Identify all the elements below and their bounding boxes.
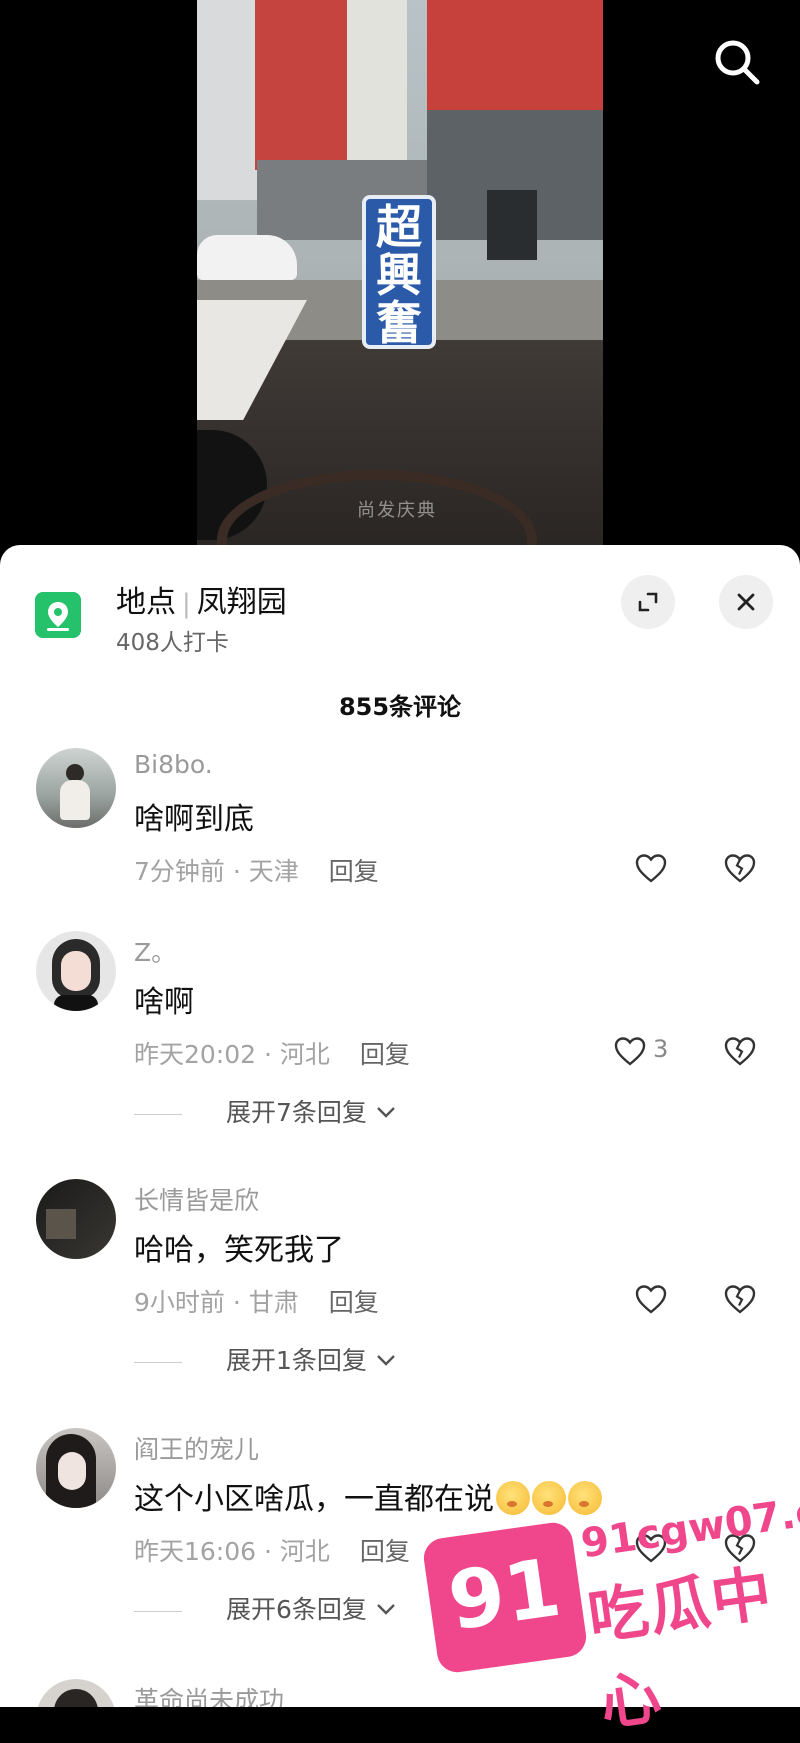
checkin-count: 408人打卡 <box>116 630 229 656</box>
location-separator: | <box>182 589 191 619</box>
watermark-number: 91 <box>421 1520 589 1675</box>
avatar[interactable] <box>36 1679 116 1707</box>
comment-text: 啥啊到底 <box>134 802 254 837</box>
comment-time: 昨天20:02 · 河北 <box>134 1040 330 1069</box>
chevron-down-icon <box>377 1107 395 1118</box>
broken-heart-icon[interactable] <box>722 850 758 886</box>
comment-meta: 9小时前 · 甘肃 回复 <box>134 1283 379 1319</box>
comment-meta: 昨天16:06 · 河北 回复 <box>134 1532 410 1568</box>
comment-time: 7分钟前 · 天津 <box>134 857 299 886</box>
search-icon[interactable] <box>711 36 763 88</box>
video-overlay-text: 尚发庆典 <box>357 500 437 521</box>
reply-button[interactable]: 回复 <box>360 1537 410 1566</box>
avatar[interactable] <box>36 1428 116 1508</box>
expand-replies-label: 展开7条回复 <box>226 1098 367 1127</box>
close-button[interactable] <box>719 575 773 629</box>
comment-meta: 昨天20:02 · 河北 回复 <box>134 1035 410 1071</box>
comment-meta: 7分钟前 · 天津 回复 <box>134 852 379 888</box>
comment-author[interactable]: 阎王的宠儿 <box>134 1430 259 1466</box>
video-frame: 超 興 奮 尚发庆典 <box>197 0 603 545</box>
expand-replies-label: 展开6条回复 <box>226 1595 367 1624</box>
location-title[interactable]: 地点 | 凤翔园 <box>116 577 287 621</box>
avatar[interactable] <box>36 1179 116 1259</box>
like-count: 3 <box>653 1035 669 1063</box>
video-player[interactable]: 超 興 奮 尚发庆典 <box>0 0 800 545</box>
site-watermark-logo: 91 91cgw07.com 吃瓜中心 <box>421 1479 800 1740</box>
comment-item: 长情皆是欣 哈哈，笑死我了 9小时前 · 甘肃 回复 展开1条回复 <box>0 1179 800 1379</box>
reply-button[interactable]: 回复 <box>360 1040 410 1069</box>
avatar[interactable] <box>36 931 116 1011</box>
comment-text: 啥啊 <box>134 985 194 1020</box>
comment-author[interactable]: Z。 <box>134 933 176 969</box>
comment-time: 昨天16:06 · 河北 <box>134 1537 330 1566</box>
expand-replies-label: 展开1条回复 <box>226 1346 367 1375</box>
expand-replies[interactable]: 展开7条回复 <box>134 1093 397 1129</box>
video-sign: 超 興 奮 <box>362 195 436 349</box>
comment-item: Z。 啥啊 昨天20:02 · 河北 回复 3 展开7条回复 <box>0 931 800 1131</box>
expand-replies[interactable]: 展开1条回复 <box>134 1341 397 1377</box>
watermark-text: 吃瓜中心 <box>583 1558 778 1740</box>
comment-count: 855条评论 <box>338 693 462 721</box>
expand-button[interactable] <box>621 575 675 629</box>
comment-item: Bi8bo. 啥啊到底 7分钟前 · 天津 回复 <box>0 748 800 908</box>
expand-icon <box>638 592 658 612</box>
reply-button[interactable]: 回复 <box>329 1288 379 1317</box>
reply-button[interactable]: 回复 <box>329 857 379 886</box>
comment-author[interactable]: 长情皆是欣 <box>134 1181 259 1217</box>
heart-icon[interactable] <box>633 850 669 886</box>
comment-text: 哈哈，笑死我了 <box>134 1233 344 1268</box>
broken-heart-icon[interactable] <box>722 1033 758 1069</box>
comment-author[interactable]: 革命尚未成功 <box>134 1681 284 1707</box>
comment-time: 9小时前 · 甘肃 <box>134 1288 299 1317</box>
expand-replies[interactable]: 展开6条回复 <box>134 1590 397 1626</box>
comment-author[interactable]: Bi8bo. <box>134 750 213 779</box>
location-pin-icon <box>35 592 81 638</box>
heart-icon[interactable] <box>633 1281 669 1317</box>
location-label: 地点 <box>116 585 176 620</box>
avatar[interactable] <box>36 748 116 828</box>
location-name: 凤翔园 <box>196 585 287 620</box>
chevron-down-icon <box>377 1355 395 1366</box>
close-icon <box>737 593 755 611</box>
heart-icon[interactable] <box>612 1033 648 1069</box>
chevron-down-icon <box>377 1604 395 1615</box>
broken-heart-icon[interactable] <box>722 1281 758 1317</box>
